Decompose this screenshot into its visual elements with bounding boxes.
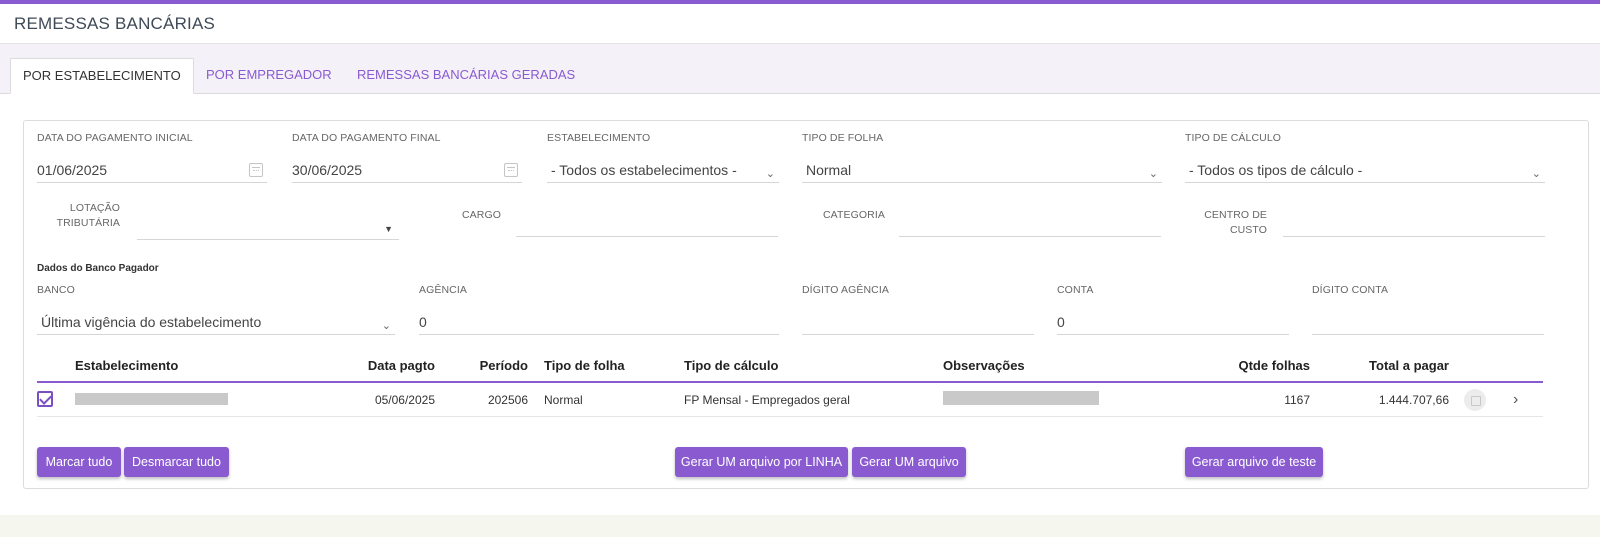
calendar-icon[interactable] (504, 163, 518, 177)
digito-agencia-input[interactable] (802, 309, 1034, 335)
digito-conta-label: DÍGITO CONTA (1312, 284, 1389, 296)
col-header-data-pagto[interactable]: Data pagto (350, 358, 435, 373)
desmarcar-tudo-button[interactable]: Desmarcar tudo (124, 447, 229, 477)
gerar-arquivo-teste-button[interactable]: Gerar arquivo de teste (1185, 447, 1323, 477)
cell-qtde-folhas: 1167 (1284, 393, 1310, 407)
agencia-label: AGÊNCIA (419, 284, 467, 296)
chevron-down-icon: ⌄ (1148, 168, 1158, 180)
cell-data-pagto: 05/06/2025 (374, 393, 435, 407)
col-header-tipo-folha[interactable]: Tipo de folha (544, 358, 625, 373)
cell-tipo-folha: Normal (544, 393, 583, 407)
col-header-periodo[interactable]: Período (460, 358, 528, 373)
redacted-estabelecimento (75, 393, 228, 405)
banco-label: BANCO (37, 284, 75, 296)
calendar-icon[interactable] (249, 163, 263, 177)
col-header-qtde-folhas[interactable]: Qtde folhas (1210, 358, 1310, 373)
col-header-observacoes[interactable]: Observações (943, 358, 1025, 373)
digito-agencia-label: DÍGITO AGÊNCIA (802, 284, 889, 296)
digito-conta-input[interactable] (1312, 309, 1544, 335)
footer-band (0, 515, 1600, 537)
tipo-folha-label: TIPO DE FOLHA (802, 132, 884, 144)
conta-input[interactable]: 0 (1057, 309, 1289, 335)
banco-pagador-section-title: Dados do Banco Pagador (37, 263, 159, 274)
gerar-arquivo-por-linha-button[interactable]: Gerar UM arquivo por LINHA (675, 447, 848, 477)
cargo-label: CARGO (462, 209, 502, 221)
categoria-input[interactable] (899, 211, 1161, 237)
lotacao-select[interactable]: ▼ (137, 214, 399, 240)
cell-periodo: 202506 (487, 393, 528, 407)
col-header-estabelecimento[interactable]: Estabelecimento (75, 358, 178, 373)
estabelecimento-label: ESTABELECIMENTO (547, 132, 651, 144)
top-accent-bar (0, 0, 1600, 4)
cell-tipo-calculo: FP Mensal - Empregados geral (684, 393, 850, 407)
agencia-input[interactable]: 0 (419, 309, 779, 335)
data-inicial-label: DATA DO PAGAMENTO INICIAL (37, 132, 193, 144)
table-row-divider (37, 416, 1543, 417)
banco-select[interactable]: Última vigência do estabelecimento ⌄ (37, 309, 395, 335)
chevron-down-icon: ⌄ (765, 168, 775, 180)
chevron-down-icon: ⌄ (1531, 168, 1541, 180)
categoria-label: CATEGORIA (823, 209, 885, 221)
tab-por-empregador[interactable]: POR EMPREGADOR (194, 58, 344, 94)
data-final-label: DATA DO PAGAMENTO FINAL (292, 132, 441, 144)
lotacao-label: LOTAÇÃO TRIBUTÁRIA (56, 202, 120, 229)
chevron-right-icon[interactable]: › (1513, 391, 1518, 409)
tipo-calculo-label: TIPO DE CÁLCULO (1185, 132, 1282, 144)
tipo-folha-select[interactable]: Normal ⌄ (802, 157, 1162, 183)
redacted-observacoes (943, 391, 1099, 405)
data-final-input[interactable]: 30/06/2025 (292, 157, 522, 183)
tab-remessas-geradas[interactable]: REMESSAS BANCÁRIAS GERADAS (345, 58, 587, 94)
row-checkbox[interactable] (37, 391, 53, 407)
chevron-down-icon: ⌄ (381, 320, 391, 332)
conta-label: CONTA (1057, 284, 1094, 296)
col-header-tipo-calculo[interactable]: Tipo de cálculo (684, 358, 778, 373)
save-icon[interactable] (1464, 389, 1486, 411)
table-header-divider (37, 381, 1543, 383)
marcar-tudo-button[interactable]: Marcar tudo (37, 447, 121, 477)
estabelecimento-select[interactable]: - Todos os estabelecimentos - ⌄ (547, 157, 779, 183)
page-title: REMESSAS BANCÁRIAS (14, 14, 216, 33)
gerar-um-arquivo-button[interactable]: Gerar UM arquivo (852, 447, 966, 477)
data-inicial-input[interactable]: 01/06/2025 (37, 157, 267, 183)
cargo-input[interactable] (516, 211, 778, 237)
dropdown-triangle-icon: ▼ (384, 224, 393, 234)
col-header-total-pagar[interactable]: Total a pagar (1340, 358, 1449, 373)
centro-custo-input[interactable] (1283, 211, 1545, 237)
cell-total-pagar: 1.444.707,66 (1378, 393, 1449, 407)
centro-custo-label: CENTRO DE CUSTO (1204, 209, 1267, 236)
tab-por-estabelecimento[interactable]: POR ESTABELECIMENTO (10, 58, 194, 94)
tipo-calculo-select[interactable]: - Todos os tipos de cálculo - ⌄ (1185, 157, 1545, 183)
